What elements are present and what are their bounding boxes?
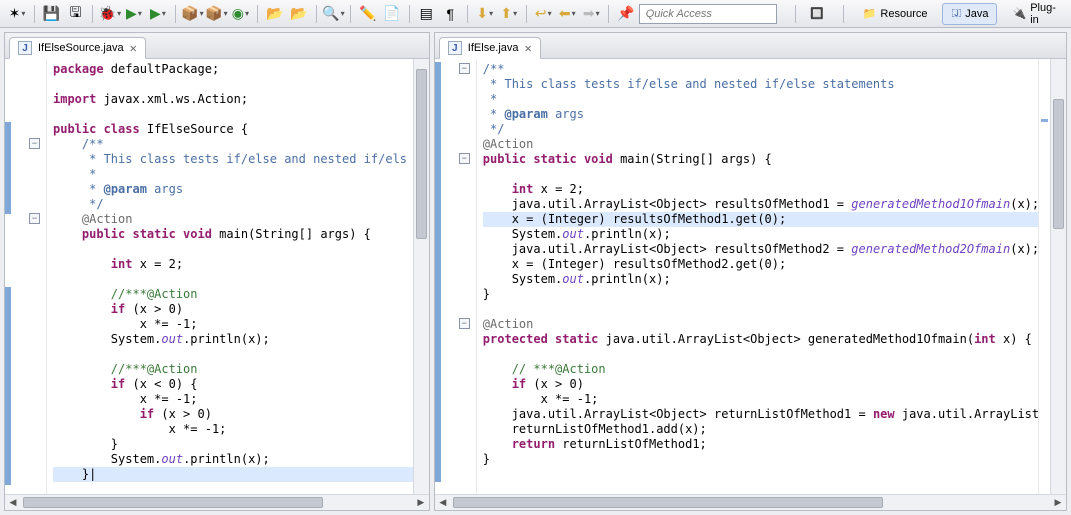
label: Resource	[880, 8, 927, 20]
label: Java	[965, 8, 988, 20]
tab-ifelsesource[interactable]: J IfElseSource.java ✕	[9, 37, 146, 59]
prev-annotation-icon[interactable]: ⬆	[498, 3, 520, 25]
java-perspective-button[interactable]: 🇯Java	[942, 3, 997, 25]
scroll-right-icon[interactable]: ▶	[1050, 496, 1066, 510]
tab-label: IfElseSource.java	[38, 42, 124, 54]
change-marker	[5, 122, 11, 214]
tab-row: J IfElse.java ✕	[435, 33, 1066, 59]
fold-collapse-icon[interactable]: −	[459, 63, 470, 74]
toggle-block-selection-icon[interactable]: ▤	[415, 3, 437, 25]
tab-label: IfElse.java	[468, 42, 519, 54]
fold-collapse-icon[interactable]: −	[459, 153, 470, 164]
fold-collapse-icon[interactable]: −	[459, 318, 470, 329]
fold-collapse-icon[interactable]: −	[29, 213, 40, 224]
separator	[843, 5, 844, 23]
scroll-left-icon[interactable]: ◀	[5, 496, 21, 510]
scroll-thumb[interactable]	[1053, 99, 1064, 229]
editor-split: J IfElseSource.java ✕ − − package defaul…	[0, 28, 1071, 515]
pin-editor-icon[interactable]: 📌	[615, 3, 637, 25]
overview-ruler[interactable]	[1038, 59, 1050, 494]
new-package-icon[interactable]: 📦	[181, 3, 203, 25]
save-icon[interactable]: 💾	[40, 3, 62, 25]
new-class-icon[interactable]: 📦	[205, 3, 227, 25]
scroll-thumb[interactable]	[453, 497, 883, 508]
plugin-perspective-button[interactable]: 🔌Plug-in	[1003, 3, 1065, 25]
vertical-scrollbar[interactable]	[1050, 59, 1066, 494]
overview-mark	[1041, 119, 1048, 122]
resource-perspective-button[interactable]: 📁Resource	[854, 3, 937, 25]
tab-ifelse[interactable]: J IfElse.java ✕	[439, 37, 541, 59]
show-whitespace-icon[interactable]: ¶	[439, 3, 461, 25]
scroll-right-icon[interactable]: ▶	[413, 496, 429, 510]
tab-row: J IfElseSource.java ✕	[5, 33, 429, 59]
fold-collapse-icon[interactable]: −	[29, 138, 40, 149]
forward-icon[interactable]: ➡	[580, 3, 602, 25]
next-annotation-icon[interactable]: ⬇	[474, 3, 496, 25]
java-file-icon: J	[18, 41, 32, 55]
mark-occurrences-icon[interactable]: ✏️	[357, 3, 379, 25]
back-icon[interactable]: ⬅	[556, 3, 578, 25]
code-area[interactable]: /** * This class tests if/else and neste…	[477, 59, 1038, 494]
label: Plug-in	[1030, 2, 1056, 26]
new-type-icon[interactable]: ◉	[229, 3, 251, 25]
gutter[interactable]: − − −	[435, 59, 477, 494]
main-toolbar: ✶ 💾 🖫 🐞 ▶ ▶ 📦 📦 ◉ 📂 📂 🔍 ✏️ 📄 ▤ ¶ ⬇ ⬆ ↩ ⬅…	[0, 0, 1071, 28]
open-task-icon[interactable]: 📂	[288, 3, 310, 25]
perspective-switcher: 🔲 📁Resource 🇯Java 🔌Plug-in	[801, 0, 1065, 28]
open-type-icon[interactable]: 📂	[264, 3, 286, 25]
search-icon[interactable]: 🔍	[322, 3, 344, 25]
new-wizard-icon[interactable]: ✶	[6, 3, 28, 25]
horizontal-scrollbar[interactable]: ◀ ▶	[435, 494, 1066, 510]
save-all-icon[interactable]: 🖫	[64, 3, 86, 25]
run-last-icon[interactable]: ▶	[147, 3, 169, 25]
java-file-icon: J	[448, 41, 462, 55]
close-icon[interactable]: ✕	[525, 41, 532, 55]
vertical-scrollbar[interactable]	[413, 59, 429, 494]
quick-access-input[interactable]	[639, 4, 777, 24]
scroll-thumb[interactable]	[416, 69, 427, 239]
code-area[interactable]: package defaultPackage; import javax.xml…	[47, 59, 413, 494]
debug-icon[interactable]: 🐞	[99, 3, 121, 25]
close-icon[interactable]: ✕	[130, 41, 137, 55]
last-edit-icon[interactable]: ↩	[532, 3, 554, 25]
change-marker	[5, 287, 11, 485]
editor-pane-left: J IfElseSource.java ✕ − − package defaul…	[4, 32, 430, 511]
horizontal-scrollbar[interactable]: ◀ ▶	[5, 494, 429, 510]
gutter[interactable]: − −	[5, 59, 47, 494]
scroll-left-icon[interactable]: ◀	[435, 496, 451, 510]
scroll-thumb[interactable]	[23, 497, 323, 508]
editor-body: − − − /** * This class tests if/else and…	[435, 59, 1066, 494]
run-icon[interactable]: ▶	[123, 3, 145, 25]
editor-body: − − package defaultPackage; import javax…	[5, 59, 429, 494]
change-marker	[435, 62, 441, 482]
toggle-breadcrumb-icon[interactable]: 📄	[381, 3, 403, 25]
editor-pane-right: J IfElse.java ✕ − − − /** * This class t…	[434, 32, 1067, 511]
open-perspective-icon[interactable]: 🔲	[801, 3, 833, 25]
